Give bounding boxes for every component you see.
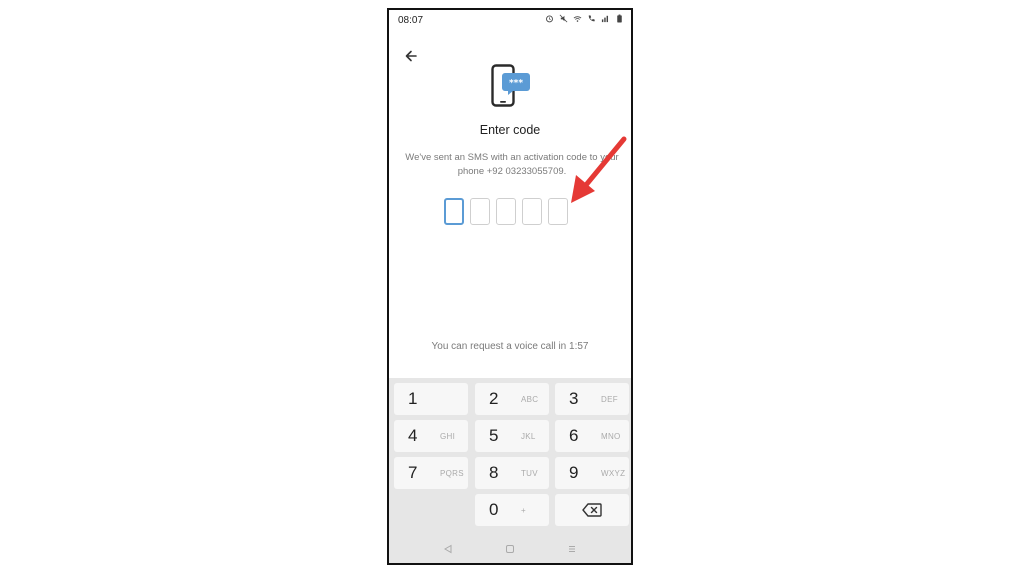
key-number: 2: [489, 389, 499, 408]
key-letters: TUV: [521, 468, 538, 478]
backspace-icon: [582, 503, 602, 517]
key-number: 4: [408, 426, 418, 445]
key-2[interactable]: 2 ABC: [475, 383, 549, 415]
wifi-icon: [573, 16, 582, 22]
key-6[interactable]: 6 MNO: [555, 420, 629, 452]
key-4[interactable]: 4 GHI: [394, 420, 468, 452]
key-letters: WXYZ: [601, 468, 626, 478]
code-input-row: [444, 198, 568, 225]
key-letters: ABC: [521, 394, 539, 404]
page-title: Enter code: [479, 123, 541, 137]
key-number: 7: [408, 463, 418, 482]
key-number: 5: [489, 426, 499, 445]
signal-icon: [601, 15, 609, 23]
voice-call-timer: You can request a voice call in 1:57: [431, 341, 589, 352]
mute-icon: [559, 14, 568, 23]
key-letters: GHI: [440, 431, 456, 441]
status-bar: 08:07: [389, 10, 631, 32]
key-number: 1: [408, 389, 418, 408]
backspace-key[interactable]: [555, 494, 629, 526]
system-nav-bar: [389, 535, 631, 563]
key-0[interactable]: 0 +: [475, 494, 549, 526]
nav-menu-icon[interactable]: [565, 542, 579, 556]
key-letters: MNO: [601, 431, 621, 441]
nav-back-icon[interactable]: [441, 542, 455, 556]
alarm-icon: [546, 15, 553, 23]
call-icon: [588, 15, 595, 22]
key-8[interactable]: 8 TUV: [475, 457, 549, 489]
battery-icon: [617, 14, 622, 23]
status-icons: [545, 14, 624, 23]
code-digit-input-3[interactable]: [496, 198, 516, 225]
key-9[interactable]: 9 WXYZ: [555, 457, 629, 489]
code-digit-input-5[interactable]: [548, 198, 568, 225]
key-number: 8: [489, 463, 499, 482]
phone-screen: 08:07 *** Enter code We've sent an SMS w…: [387, 8, 633, 565]
key-letters: PQRS: [440, 468, 464, 478]
back-arrow-icon[interactable]: [401, 46, 421, 66]
sms-description: We've sent an SMS with an activation cod…: [405, 152, 619, 177]
status-time: 08:07: [398, 15, 424, 26]
key-number: 3: [569, 389, 579, 408]
code-digit-input-4[interactable]: [522, 198, 542, 225]
code-digit-input-2[interactable]: [470, 198, 490, 225]
phone-sms-code-icon: ***: [491, 64, 530, 107]
key-5[interactable]: 5 JKL: [475, 420, 549, 452]
nav-home-icon[interactable]: [503, 542, 517, 556]
key-1[interactable]: 1: [394, 383, 468, 415]
key-letters: DEF: [601, 394, 618, 404]
key-3[interactable]: 3 DEF: [555, 383, 629, 415]
key-letters: +: [521, 505, 526, 515]
key-number: 9: [569, 463, 579, 482]
code-digit-input-1[interactable]: [444, 198, 464, 225]
key-number: 6: [569, 426, 579, 445]
key-letters: JKL: [521, 431, 536, 441]
svg-text:***: ***: [509, 79, 523, 89]
key-number: 0: [489, 500, 499, 519]
key-7[interactable]: 7 PQRS: [394, 457, 468, 489]
